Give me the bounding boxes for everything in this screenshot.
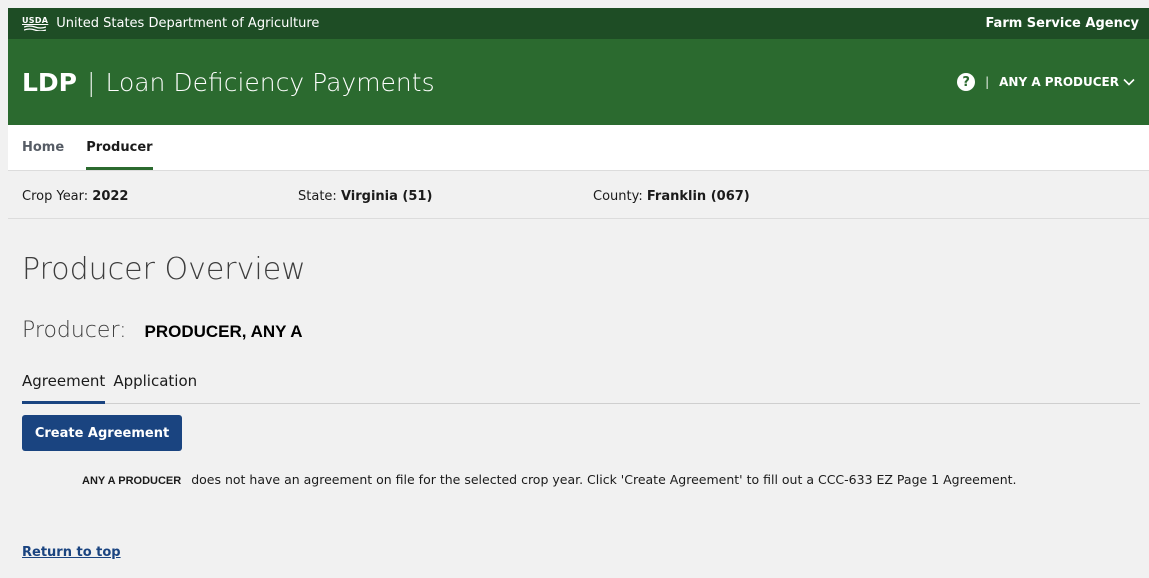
county-value: Franklin (067) xyxy=(646,189,750,204)
app-title[interactable]: LDP | Loan Deficiency Payments xyxy=(22,68,435,97)
state-label: State: xyxy=(298,189,337,204)
user-menu[interactable]: ANY A PRODUCER xyxy=(999,75,1135,89)
agency-name[interactable]: Farm Service Agency xyxy=(985,16,1139,31)
help-icon[interactable]: ? xyxy=(957,73,976,91)
header-pipe: | xyxy=(985,75,990,89)
usda-banner-left: USDA United States Department of Agricul… xyxy=(22,16,319,31)
create-agreement-button[interactable]: Create Agreement xyxy=(22,415,182,451)
county-label: County: xyxy=(593,189,643,204)
producer-label: Producer: xyxy=(22,318,127,343)
tab-application[interactable]: Application xyxy=(113,370,197,403)
chevron-down-icon xyxy=(1123,78,1135,86)
state: State: Virginia (51) xyxy=(298,189,432,204)
return-to-top-link[interactable]: Return to top xyxy=(22,545,121,560)
crop-year-label: Crop Year: xyxy=(22,189,89,204)
title-separator: | xyxy=(87,67,96,97)
usda-logo[interactable]: USDA xyxy=(22,15,49,31)
producer-line: Producer: PRODUCER, ANY A xyxy=(22,318,303,343)
notice-text: does not have an agreement on file for t… xyxy=(191,472,1017,487)
no-agreement-notice: ANY A PRODUCER does not have an agreemen… xyxy=(82,472,1017,487)
usda-banner: USDA United States Department of Agricul… xyxy=(8,8,1149,39)
context-bar: Crop Year: 2022 State: Virginia (51) Cou… xyxy=(8,172,1149,219)
main-nav: Home Producer xyxy=(8,125,1149,171)
header-user-area: ? | ANY A PRODUCER xyxy=(957,73,1135,91)
tab-agreement[interactable]: Agreement xyxy=(22,370,106,404)
usda-logo-text: USDA xyxy=(22,15,49,25)
state-value: Virginia (51) xyxy=(340,189,433,204)
page-title: Producer Overview xyxy=(22,252,306,287)
notice-producer: ANY A PRODUCER xyxy=(82,475,182,487)
app-full-name: Loan Deficiency Payments xyxy=(105,67,435,97)
overview-tabs: Agreement Application xyxy=(22,370,1140,404)
nav-producer[interactable]: Producer xyxy=(86,125,153,170)
usda-waves-icon xyxy=(24,24,47,31)
user-name: ANY A PRODUCER xyxy=(999,75,1119,89)
department-name[interactable]: United States Department of Agriculture xyxy=(56,16,319,31)
producer-name: PRODUCER, ANY A xyxy=(144,322,303,341)
county: County: Franklin (067) xyxy=(593,189,750,204)
crop-year-value: 2022 xyxy=(92,189,129,204)
nav-home[interactable]: Home xyxy=(22,125,64,170)
app-abbr: LDP xyxy=(22,67,78,97)
crop-year: Crop Year: 2022 xyxy=(22,189,128,204)
app-header: LDP | Loan Deficiency Payments ? | ANY A… xyxy=(8,39,1149,125)
